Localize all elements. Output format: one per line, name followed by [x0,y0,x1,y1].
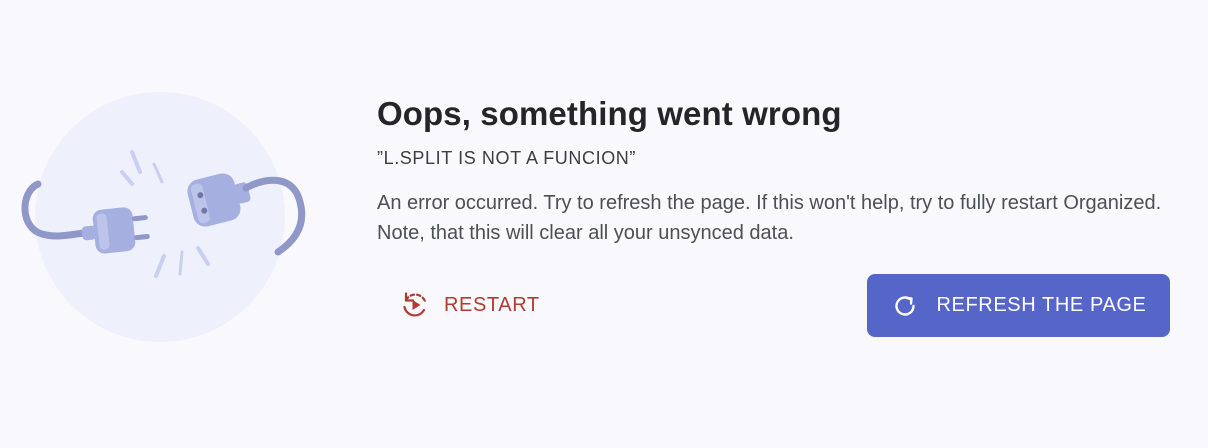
unplugged-illustration [14,92,310,344]
restart-button[interactable]: RESTART [384,280,556,330]
refresh-label: REFRESH THE PAGE [936,294,1147,316]
error-code: ”L.SPLIT IS NOT A FUNCION” [377,148,636,168]
unplugged-icon [21,92,306,342]
refresh-icon [890,291,920,321]
error-description: An error occurred. Try to refresh the pa… [377,192,1162,244]
restart-label: RESTART [444,293,540,316]
restart-icon [400,290,430,320]
error-title: Oops, something went wrong [377,95,842,132]
error-page: Oops, something went wrong ”L.SPLIT IS N… [0,0,1208,448]
refresh-page-button[interactable]: REFRESH THE PAGE [867,274,1170,337]
error-content: Oops, something went wrong ”L.SPLIT IS N… [377,92,1177,248]
